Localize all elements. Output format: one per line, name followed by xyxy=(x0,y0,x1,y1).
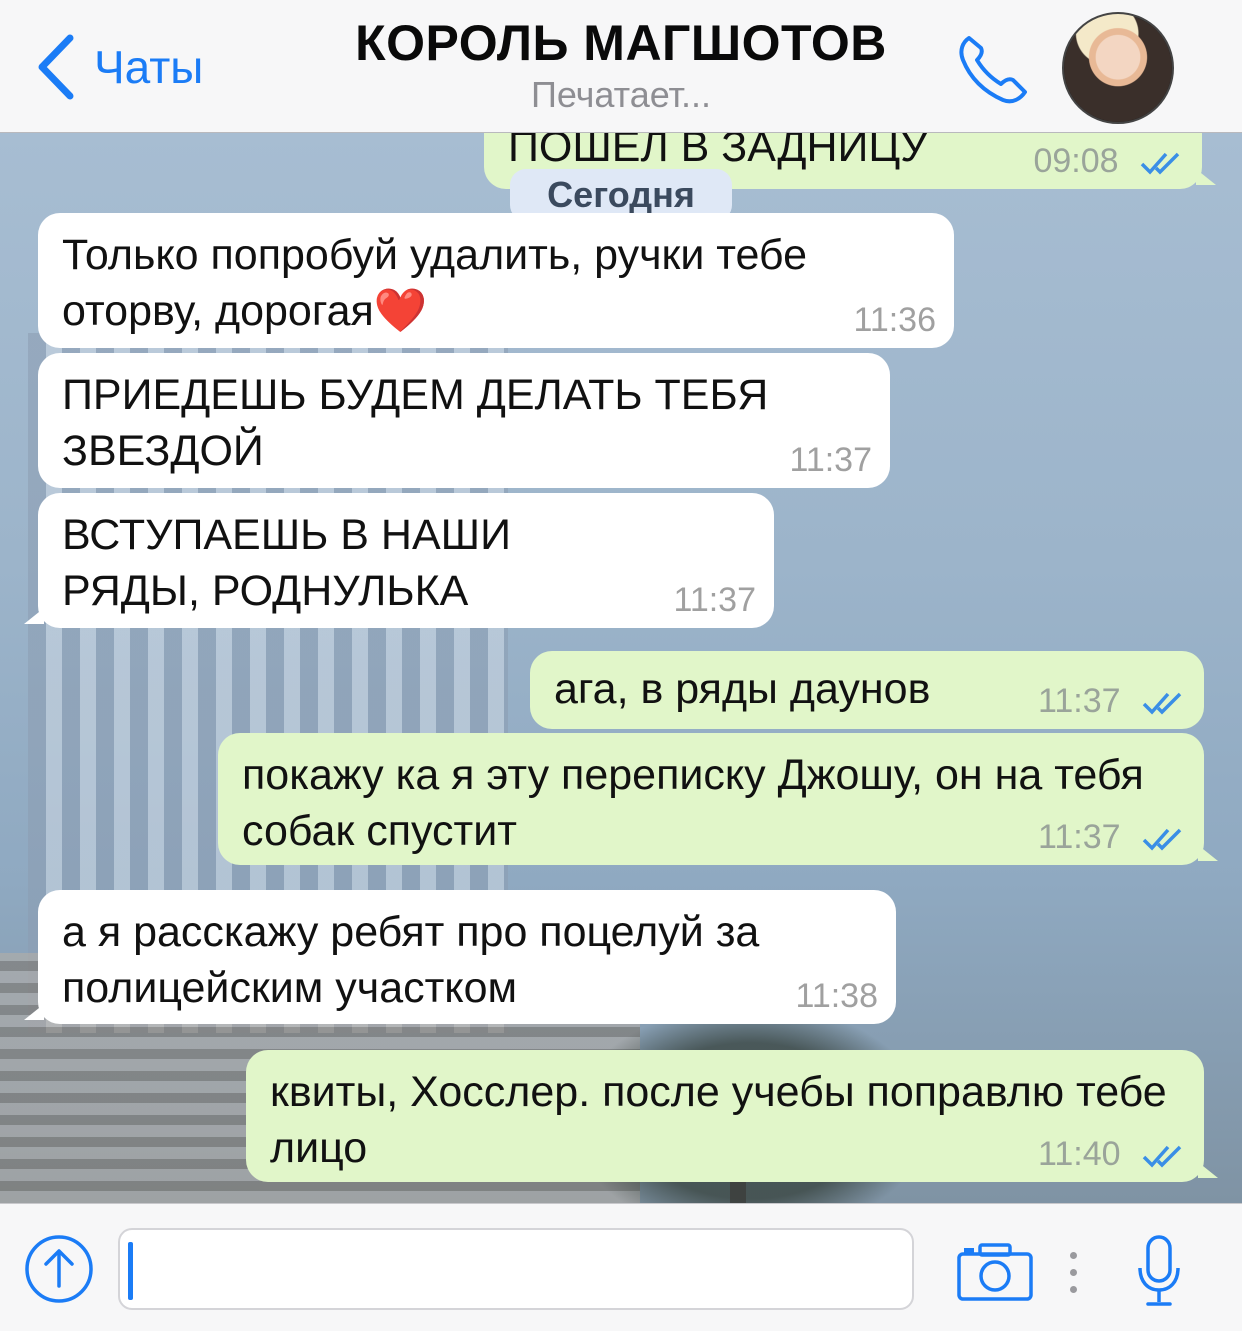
message-bubble-incoming[interactable]: Только попробуй удалить, ручки тебе отор… xyxy=(38,213,954,348)
message-input[interactable] xyxy=(118,1228,914,1310)
bubble-tail xyxy=(1198,845,1218,861)
message-bubble-outgoing[interactable]: покажу ка я эту переписку Джошу, он на т… xyxy=(218,733,1218,865)
message-bubble-incoming[interactable]: а я расскажу ребят про поцелуй за полице… xyxy=(24,890,896,1024)
message-text: ПРИЕДЕШЬ БУДЕМ ДЕЛАТЬ ТЕБЯ ЗВЕЗДОЙ xyxy=(62,371,769,475)
message-time: 11:37 xyxy=(1037,818,1121,856)
message-meta: 09:08 xyxy=(1033,141,1186,181)
bubble-tail xyxy=(24,608,44,624)
bubble-tail xyxy=(24,1004,44,1020)
bubble-tail xyxy=(1196,169,1216,185)
message-bubble-incoming[interactable]: ПРИЕДЕШЬ БУДЕМ ДЕЛАТЬ ТЕБЯ ЗВЕЗДОЙ 11:37 xyxy=(38,353,890,488)
message-text: Только попробуй удалить, ручки тебе отор… xyxy=(62,231,807,335)
message-text: ВСТУПАЕШЬ В НАШИ РЯДЫ, РОДНУЛЬКА xyxy=(62,511,511,615)
message-time: 11:37 xyxy=(673,581,756,619)
message-bubble-incoming[interactable]: ВСТУПАЕШЬ В НАШИ РЯДЫ, РОДНУЛЬКА 11:37 xyxy=(24,493,774,628)
double-check-icon xyxy=(1140,152,1180,175)
contact-name[interactable]: КОРОЛЬ МАГШОТОВ xyxy=(0,14,1242,72)
camera-icon[interactable] xyxy=(956,1242,1034,1302)
message-bubble-outgoing[interactable]: квиты, Хосслер. после учебы поправлю теб… xyxy=(246,1050,1218,1182)
chat-header: Чаты КОРОЛЬ МАГШОТОВ Печатает... xyxy=(0,0,1242,133)
message-time: 09:08 xyxy=(1033,142,1119,180)
text-caret xyxy=(128,1242,133,1300)
more-dots-icon[interactable] xyxy=(1066,1252,1080,1294)
message-time: 11:37 xyxy=(1037,682,1121,720)
message-time: 11:38 xyxy=(795,977,878,1015)
message-meta: 11:40 xyxy=(1038,1134,1188,1174)
double-check-icon xyxy=(1142,692,1182,715)
typing-status: Печатает... xyxy=(530,74,712,115)
message-meta: 11:37 xyxy=(1038,817,1188,857)
phone-icon[interactable] xyxy=(955,30,1031,106)
avatar[interactable] xyxy=(1062,12,1174,124)
double-check-icon xyxy=(1142,828,1182,851)
message-time: 11:40 xyxy=(1037,1135,1121,1173)
bubble-tail xyxy=(1198,1162,1218,1178)
message-bubble-outgoing[interactable]: ага, в ряды даунов 11:37 xyxy=(530,651,1204,729)
message-text: а я расскажу ребят про поцелуй за полице… xyxy=(62,908,760,1012)
chat-area[interactable]: ПОШЕЛ В ЗАДНИЦУ 09:08 Сегодня Только поп… xyxy=(0,133,1242,1203)
upload-icon[interactable] xyxy=(24,1234,94,1304)
message-meta: 11:37 xyxy=(1038,681,1188,721)
double-check-icon xyxy=(1142,1145,1182,1168)
message-time: 11:36 xyxy=(853,301,936,339)
microphone-icon[interactable] xyxy=(1136,1234,1182,1308)
composer-bar xyxy=(0,1203,1242,1331)
message-time: 11:37 xyxy=(789,441,872,479)
